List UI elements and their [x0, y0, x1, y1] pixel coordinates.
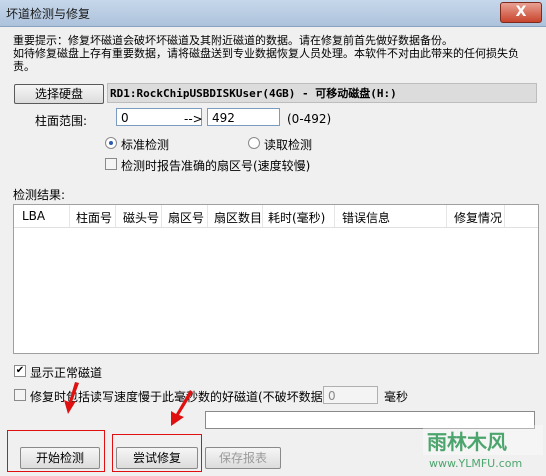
- window-title: 坏道检测与修复: [6, 7, 91, 21]
- column-divider: [504, 205, 505, 227]
- column-divider: [161, 205, 162, 227]
- results-label: 检测结果:: [13, 188, 66, 202]
- show-normal-label: 显示正常磁道: [30, 366, 103, 380]
- save-report-button[interactable]: 保存报表: [205, 447, 281, 469]
- repair-slow-checkbox[interactable]: [14, 389, 26, 401]
- highlight-box: [112, 434, 202, 472]
- slow-threshold-input[interactable]: 0: [323, 386, 378, 404]
- col-sector[interactable]: 扇区号: [168, 209, 204, 226]
- range-arrow: -->: [184, 112, 203, 126]
- show-normal-checkbox[interactable]: ✔: [14, 365, 26, 377]
- col-time[interactable]: 耗时(毫秒): [268, 209, 325, 226]
- disk-info-field: RD1:RockChipUSBDISKUser(4GB) - 可移动磁盘(H:): [107, 83, 537, 103]
- read-check-radio[interactable]: [248, 137, 260, 149]
- warning-notice: 重要提示：修复坏磁道会破坏坏磁道及其附近磁道的数据。请在修复前首先做好数据备份。…: [13, 34, 533, 73]
- col-lba[interactable]: LBA: [22, 209, 45, 223]
- notice-line-2: 如待修复磁盘上存有重要数据，请将磁盘送到专业数据恢复人员处理。本软件不对由此带来…: [13, 47, 519, 73]
- col-repair[interactable]: 修复情况: [454, 209, 502, 226]
- column-divider: [334, 205, 335, 227]
- checkmark-icon: ✔: [15, 365, 25, 376]
- arrow-icon: [64, 382, 79, 414]
- notice-line-1: 重要提示：修复坏磁道会破坏坏磁道及其附近磁道的数据。请在修复前首先做好数据备份。: [13, 34, 453, 47]
- watermark-brand: 雨林木风: [427, 430, 507, 454]
- highlight-box: [7, 430, 105, 472]
- report-sector-checkbox[interactable]: [105, 158, 117, 170]
- col-error[interactable]: 错误信息: [342, 209, 390, 226]
- cylinder-range-label: 柱面范围:: [35, 114, 88, 128]
- cylinder-to-input[interactable]: 492: [207, 108, 280, 126]
- col-cylinder[interactable]: 柱面号: [76, 209, 112, 226]
- column-divider: [115, 205, 116, 227]
- select-disk-button[interactable]: 选择硬盘: [14, 84, 104, 104]
- title-bar: 坏道检测与修复 X: [0, 0, 546, 27]
- col-head[interactable]: 磁头号: [123, 209, 159, 226]
- report-sector-label: 检测时报告准确的扇区号(速度较慢): [121, 159, 311, 173]
- column-divider: [207, 205, 208, 227]
- close-button[interactable]: X: [500, 2, 542, 23]
- standard-check-label: 标准检测: [121, 138, 170, 152]
- arrow-icon: [171, 390, 193, 426]
- standard-check-radio[interactable]: [105, 137, 117, 149]
- slow-unit-label: 毫秒: [384, 390, 409, 404]
- results-header: LBA 柱面号 磁头号 扇区号 扇区数目 耗时(毫秒) 错误信息 修复情况: [14, 205, 538, 228]
- column-divider: [69, 205, 70, 227]
- column-divider: [446, 205, 447, 227]
- col-sector-count[interactable]: 扇区数目: [214, 209, 262, 226]
- read-check-label: 读取检测: [264, 138, 313, 152]
- watermark-logo: 雨林木风 www.YLMFU.com: [423, 421, 543, 473]
- range-hint: (0-492): [287, 112, 332, 126]
- column-divider: [262, 205, 263, 227]
- watermark-icon: 雨林木风 www.YLMFU.com: [423, 425, 543, 470]
- results-table[interactable]: LBA 柱面号 磁头号 扇区号 扇区数目 耗时(毫秒) 错误信息 修复情况: [13, 204, 539, 354]
- watermark-url: www.YLMFU.com: [429, 457, 522, 470]
